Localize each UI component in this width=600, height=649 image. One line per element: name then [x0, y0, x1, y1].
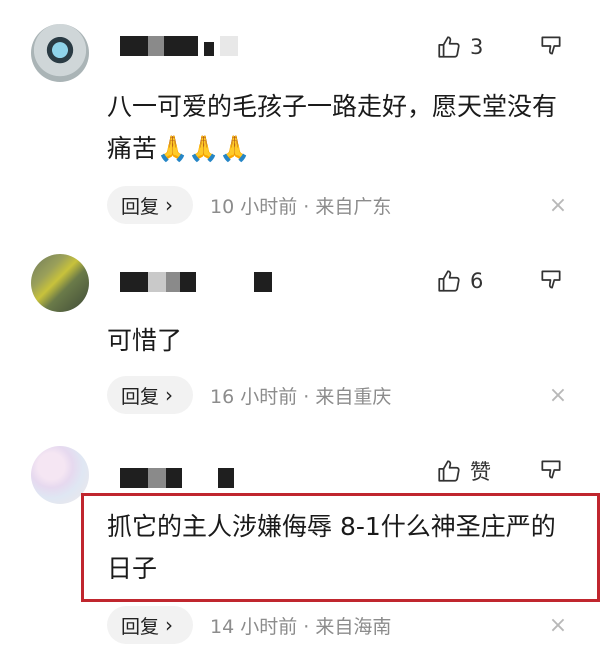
- thumbs-down-icon[interactable]: [538, 266, 564, 294]
- thumbs-up-icon: [438, 36, 460, 58]
- thumbs-down-icon[interactable]: [538, 456, 564, 484]
- comment-item: 6 可惜了 回复 › 16 小时前 · 来自重庆 ×: [0, 248, 600, 428]
- close-icon[interactable]: ×: [546, 376, 570, 414]
- thumbs-up-icon: [438, 270, 460, 292]
- comment-meta: 16 小时前 · 来自重庆: [210, 385, 392, 408]
- reply-button[interactable]: 回复 ›: [107, 186, 193, 224]
- like-count: 3: [470, 35, 484, 59]
- comment-text: 八一可爱的毛孩子一路走好，愿天堂没有痛苦🙏🙏🙏: [107, 92, 558, 163]
- close-icon[interactable]: ×: [546, 186, 570, 224]
- like-button[interactable]: 6: [436, 266, 483, 296]
- avatar[interactable]: [31, 254, 89, 312]
- comment-meta: 14 小时前 · 来自海南: [210, 615, 392, 638]
- chevron-right-icon: ›: [165, 613, 174, 637]
- comment-text: 可惜了: [107, 326, 183, 355]
- like-button[interactable]: 3: [436, 32, 483, 62]
- avatar[interactable]: [31, 24, 89, 82]
- highlight-annotation-box: [81, 493, 600, 602]
- chevron-right-icon: ›: [165, 193, 174, 217]
- reply-button[interactable]: 回复 ›: [107, 376, 193, 414]
- like-count: 6: [470, 269, 484, 293]
- close-icon[interactable]: ×: [546, 606, 570, 644]
- username-redacted[interactable]: [120, 468, 240, 488]
- chevron-right-icon: ›: [165, 383, 174, 407]
- reply-button[interactable]: 回复 ›: [107, 606, 193, 644]
- username-redacted[interactable]: [120, 272, 280, 292]
- comment-item: 3 八一可爱的毛孩子一路走好，愿天堂没有痛苦🙏🙏🙏 回复 › 10 小时前 · …: [0, 14, 600, 234]
- like-button[interactable]: 赞: [436, 456, 491, 486]
- username-redacted[interactable]: [120, 36, 240, 56]
- like-label: 赞: [470, 460, 491, 484]
- reply-label: 回复: [121, 615, 160, 638]
- thumbs-up-icon: [438, 460, 460, 482]
- reply-label: 回复: [121, 385, 160, 408]
- thumbs-down-icon[interactable]: [538, 32, 564, 60]
- reply-label: 回复: [121, 195, 160, 218]
- comment-meta: 10 小时前 · 来自广东: [210, 195, 392, 218]
